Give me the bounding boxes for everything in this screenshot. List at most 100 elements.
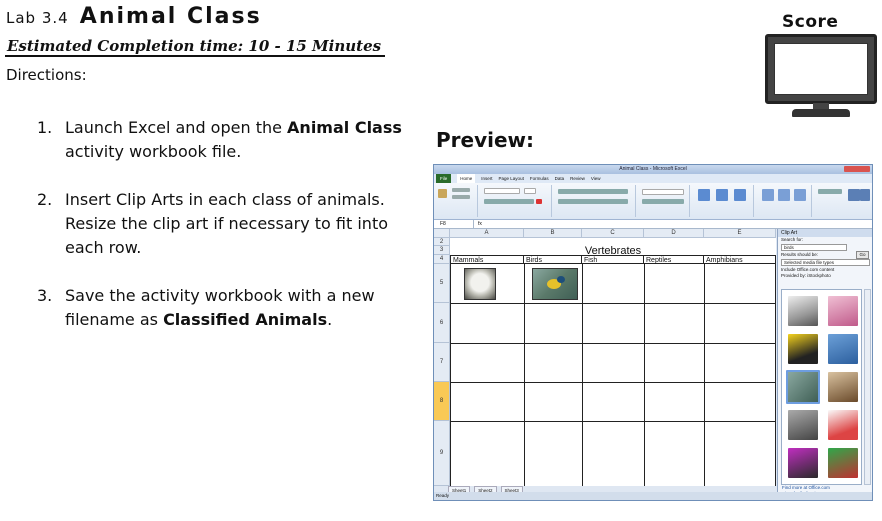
row-header: 4 (434, 255, 450, 264)
search-input: birds (781, 244, 847, 251)
lab-number: Lab 3.4 (6, 9, 69, 27)
header-cell-fish: Fish (582, 255, 644, 264)
row-header: 2 (434, 238, 450, 246)
clip-result-6 (828, 372, 858, 402)
steps-list: 1. Launch Excel and open the Animal Clas… (37, 116, 417, 356)
window-controls (844, 166, 870, 172)
corner-header (434, 229, 450, 238)
clip-result-3 (788, 334, 818, 364)
fx-label: fx (478, 221, 482, 227)
window-title: Animal Class - Microsoft Excel (619, 166, 687, 172)
estimated-time-bar: Estimated Completion time: 10 - 15 Minut… (5, 36, 385, 57)
tab-home: Home (457, 174, 476, 183)
column-header: C (582, 229, 644, 238)
row-header: 5 (434, 264, 450, 303)
clip-result-4 (828, 334, 858, 364)
clip-results-scrollbar (864, 289, 871, 485)
font-style-buttons (484, 199, 534, 204)
score-label: Score (782, 12, 839, 32)
column-header: D (644, 229, 704, 238)
tab-review: Review (570, 176, 585, 181)
tab-file: File (436, 174, 452, 183)
grid-lines (450, 264, 776, 486)
preview-label: Preview: (436, 128, 535, 152)
header-cell-mammals: Mammals (450, 255, 524, 264)
clipboard-group (434, 185, 478, 217)
clip-result-7 (788, 410, 818, 440)
sort-filter-icon (848, 189, 860, 201)
styles-group (692, 185, 754, 217)
step-text: Insert Clip Arts in each class of animal… (65, 190, 388, 257)
delete-cells-icon (778, 189, 790, 201)
insert-cells-icon (762, 189, 774, 201)
step-2: 2. Insert Clip Arts in each class of ani… (37, 188, 417, 260)
column-header: B (524, 229, 582, 238)
step-text: Save the activity workbook with a new fi… (65, 286, 375, 329)
step-text: Launch Excel and open the Animal Class a… (65, 118, 402, 161)
lab-name: Animal Class (79, 4, 262, 29)
tab-view: View (590, 176, 601, 181)
paste-icon (438, 189, 447, 198)
tab-page-layout: Page Layout (498, 176, 524, 181)
row-header: 9 (434, 421, 450, 486)
go-button: Go (856, 251, 869, 259)
clip-result-2 (828, 296, 858, 326)
row-header: 3 (434, 246, 450, 255)
clip-result-8 (828, 410, 858, 440)
excel-titlebar: Animal Class - Microsoft Excel (434, 165, 872, 174)
cells-group (756, 185, 812, 217)
alignment-group (554, 185, 636, 217)
tab-insert: Insert (481, 176, 493, 181)
header-cell-birds: Birds (524, 255, 582, 264)
number-group (638, 185, 690, 217)
polar-bear-clipart (464, 268, 496, 300)
tab-data: Data (554, 176, 565, 181)
clip-result-9 (788, 448, 818, 478)
format-table-icon (716, 189, 728, 201)
row-header: 7 (434, 343, 450, 382)
name-box: F8 (434, 220, 474, 228)
status-bar: Ready (434, 492, 872, 500)
lab-title: Lab 3.4 Animal Class (6, 4, 262, 29)
clip-art-pane: Clip Art Search for: birds Go Results sh… (777, 229, 872, 496)
conditional-format-icon (698, 189, 710, 201)
column-header: E (704, 229, 776, 238)
copy-icon (452, 195, 470, 199)
step-3: 3. Save the activity workbook with a new… (37, 284, 417, 332)
excel-preview: Animal Class - Microsoft Excel File Home… (433, 164, 873, 501)
ribbon (434, 183, 872, 220)
header-cell-amphibians: Amphibians (704, 255, 776, 264)
font-name-box (484, 188, 520, 194)
number-buttons (642, 199, 684, 204)
monitor-base (792, 109, 850, 117)
step-number: 2. (37, 190, 53, 209)
editing-group (814, 185, 872, 217)
merge-center-icon (558, 199, 628, 204)
monitor-icon (765, 34, 877, 104)
results-select: Selected media file types (781, 259, 870, 266)
find-select-icon (860, 189, 870, 201)
bird-clipart (532, 268, 578, 300)
row-header: 6 (434, 303, 450, 343)
search-for-label: Search for: (781, 237, 804, 242)
number-format-box (642, 189, 684, 195)
formula-bar: F8 fx (434, 220, 872, 229)
header-cell-reptiles: Reptiles (644, 255, 704, 264)
row-header-selected: 8 (434, 382, 450, 421)
provided-by: Provided by: iStockphoto (781, 273, 831, 278)
clip-results (781, 289, 862, 485)
directions-label: Directions: (6, 66, 87, 84)
step-number: 3. (37, 286, 53, 305)
ribbon-tabs: File Home Insert Page Layout Formulas Da… (434, 174, 872, 183)
font-group (480, 185, 552, 217)
cut-icon (452, 188, 470, 192)
tab-formulas: Formulas (529, 176, 549, 181)
clip-result-1 (788, 296, 818, 326)
font-color-icon (536, 199, 542, 204)
step-number: 1. (37, 118, 53, 137)
font-size-box (524, 188, 536, 194)
estimated-time: Estimated Completion time: 10 - 15 Minut… (7, 37, 382, 55)
score-monitor: Score (765, 10, 880, 118)
format-cells-icon (794, 189, 806, 201)
column-header: A (450, 229, 524, 238)
